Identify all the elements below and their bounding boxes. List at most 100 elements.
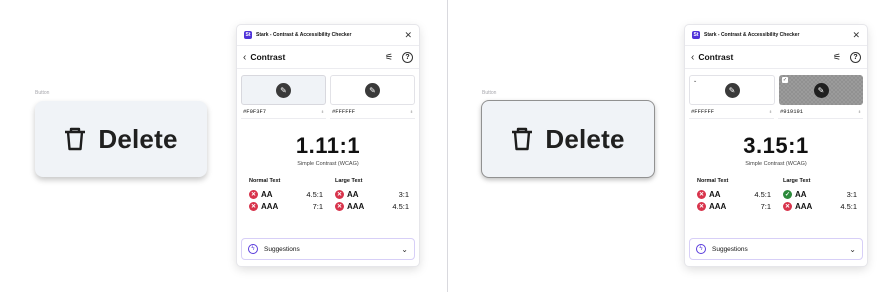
required-ratio: 4.5:1 (754, 189, 771, 199)
stepper-icon[interactable]: ⇳ (321, 109, 324, 115)
level: AAA (709, 201, 727, 211)
lightning-icon: ϟ (696, 244, 706, 254)
result-row: ✕ AA 4.5:1 (249, 188, 323, 200)
settings-sliders-icon[interactable]: ⚟ (831, 51, 843, 63)
app-title: Stark - Contrast & Accessibility Checker (256, 32, 352, 38)
fail-icon: ✕ (697, 189, 706, 199)
close-icon[interactable]: ✕ (852, 30, 860, 40)
level: AA (347, 189, 359, 199)
close-icon[interactable]: ✕ (404, 30, 412, 40)
background-swatch[interactable]: ✎ (330, 75, 415, 105)
foreground-hex-field[interactable]: #F0F3F7 ⇳ (241, 105, 326, 119)
stark-logo-icon: St (244, 31, 252, 39)
result-row: ✕ AA 4.5:1 (697, 188, 771, 200)
chevron-down-icon[interactable]: ⌄ (693, 78, 697, 84)
frame-label: Button (35, 90, 50, 96)
large-text-results: Large Text ✕ AA 3:1 ✕ AAA 4.5:1 (335, 178, 409, 212)
background-hex-field[interactable]: #FFFFFF ⇳ (330, 105, 415, 119)
settings-sliders-icon[interactable]: ⚟ (383, 51, 395, 63)
large-text-results: Large Text ✓ AA 3:1 ✕ AAA 4.5:1 (783, 178, 857, 212)
back-icon[interactable]: ‹ (691, 52, 694, 63)
normal-text-heading: Normal Text (697, 178, 729, 184)
result-row: ✕ AAA 7:1 (249, 200, 323, 212)
delete-button[interactable]: Delete (35, 101, 207, 177)
color-swatches: ✎ ✎ (237, 69, 419, 105)
hex-value: #F0F3F7 (243, 108, 267, 115)
fail-icon: ✕ (335, 189, 344, 199)
normal-text-results: Normal Text ✕ AA 4.5:1 ✕ AAA 7:1 (249, 178, 323, 212)
result-row: ✕ AAA 4.5:1 (335, 200, 409, 212)
background-hex-field[interactable]: #919191 ⇳ (778, 105, 863, 119)
contrast-toolbar: ‹ Contrast ⚟ ? (237, 45, 419, 69)
back-icon[interactable]: ‹ (243, 52, 246, 63)
result-row: ✕ AAA 4.5:1 (783, 200, 857, 212)
fail-icon: ✕ (697, 201, 706, 211)
background-swatch[interactable]: ✓ ✎ (779, 75, 863, 105)
stark-logo-icon: St (692, 31, 700, 39)
result-row: ✕ AAA 7:1 (697, 200, 771, 212)
fail-icon: ✕ (249, 189, 258, 199)
color-swatches: ⌄ ✎ ✓ ✎ (685, 69, 867, 105)
level: AA (261, 189, 273, 199)
fail-icon: ✕ (249, 201, 258, 211)
wcag-results: Normal Text ✕ AA 4.5:1 ✕ AAA 7:1 Large Text … (237, 178, 419, 212)
normal-text-results: Normal Text ✕ AA 4.5:1 ✕ AAA 7:1 (697, 178, 771, 212)
help-icon[interactable]: ? (850, 51, 861, 63)
stark-panel: St Stark - Contrast & Accessibility Chec… (237, 25, 419, 266)
wcag-results: Normal Text ✕ AA 4.5:1 ✕ AAA 7:1 Large Text … (685, 178, 867, 212)
ratio-caption: Simple Contrast (WCAG) (745, 161, 807, 167)
help-icon[interactable]: ? (402, 51, 413, 63)
lightning-icon: ϟ (248, 244, 258, 254)
hex-value: #FFFFFF (332, 108, 356, 115)
panel-header: St Stark - Contrast & Accessibility Chec… (237, 25, 419, 45)
stepper-icon[interactable]: ⇳ (410, 109, 413, 115)
required-ratio: 7:1 (760, 201, 771, 211)
checkbox-icon[interactable]: ✓ (782, 77, 788, 83)
level: AAA (795, 201, 813, 211)
frame-label: Button (482, 90, 497, 96)
foreground-hex-field[interactable]: #FFFFFF ⇳ (689, 105, 774, 119)
stepper-icon[interactable]: ⇳ (858, 109, 861, 115)
required-ratio: 4.5:1 (392, 201, 409, 211)
frame-divider (447, 0, 448, 292)
suggestions-dropdown[interactable]: ϟ Suggestions ⌄ (241, 238, 415, 260)
contrast-toolbar: ‹ Contrast ⚟ ? (685, 45, 867, 69)
required-ratio: 4.5:1 (306, 189, 323, 199)
eyedropper-icon[interactable]: ✎ (813, 82, 829, 98)
contrast-ratio: 3.15:1 (743, 133, 809, 158)
foreground-swatch[interactable]: ⌄ ✎ (689, 75, 775, 105)
hex-inputs: #F0F3F7 ⇳ #FFFFFF ⇳ (237, 105, 419, 119)
normal-text-heading: Normal Text (249, 178, 281, 184)
eyedropper-icon[interactable]: ✎ (276, 82, 291, 98)
eyedropper-icon[interactable]: ✎ (724, 82, 740, 98)
suggestions-label: Suggestions (264, 245, 300, 253)
suggestions-label: Suggestions (712, 245, 748, 253)
stepper-icon[interactable]: ⇳ (769, 109, 772, 115)
hex-value: #FFFFFF (691, 108, 715, 115)
trash-icon (512, 127, 533, 151)
stark-panel: St Stark - Contrast & Accessibility Chec… (685, 25, 867, 266)
foreground-swatch[interactable]: ✎ (241, 75, 326, 105)
suggestions-dropdown[interactable]: ϟ Suggestions ⌄ (689, 238, 863, 260)
delete-button[interactable]: Delete (481, 100, 655, 178)
contrast-ratio: 1.11:1 (295, 133, 361, 158)
chevron-down-icon: ⌄ (401, 244, 408, 254)
large-text-heading: Large Text (783, 178, 811, 184)
pass-icon: ✓ (783, 189, 792, 199)
level: AAA (261, 201, 279, 211)
trash-icon (65, 127, 86, 151)
section-title: Contrast (250, 52, 286, 62)
eyedropper-icon[interactable]: ✎ (365, 82, 380, 98)
ratio-caption: Simple Contrast (WCAG) (297, 161, 359, 167)
hex-value: #919191 (780, 108, 804, 115)
section-title: Contrast (698, 52, 734, 62)
required-ratio: 7:1 (312, 201, 323, 211)
level: AA (795, 189, 807, 199)
delete-button-label: Delete (98, 123, 178, 154)
hex-inputs: #FFFFFF ⇳ #919191 ⇳ (685, 105, 867, 119)
required-ratio: 3:1 (846, 189, 857, 199)
panel-header: St Stark - Contrast & Accessibility Chec… (685, 25, 867, 45)
level: AA (709, 189, 721, 199)
chevron-down-icon: ⌄ (849, 244, 856, 254)
result-row: ✓ AA 3:1 (783, 188, 857, 200)
